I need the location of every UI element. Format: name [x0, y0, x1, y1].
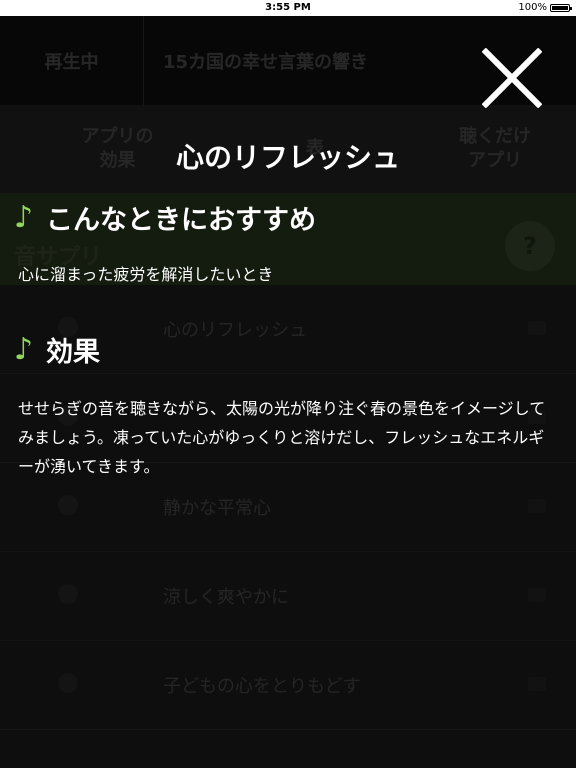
- section-heading-recommended: ♪ こんなときにおすすめ: [14, 198, 316, 237]
- battery-percent: 100%: [518, 2, 547, 13]
- section-heading-label: こんなときにおすすめ: [46, 205, 316, 236]
- section-body-recommended: 心に溜まった疲労を解消したいとき: [18, 265, 274, 284]
- music-note-icon: ♪: [14, 200, 34, 235]
- close-button[interactable]: [480, 46, 544, 110]
- section-body-effect: せせらぎの音を聴きながら、太陽の光が降り注ぐ春の景色をイメージしてみましょう。凍…: [18, 399, 546, 476]
- section-heading-effect: ♪ 効果: [14, 330, 100, 369]
- modal-title: 心のリフレッシュ: [175, 141, 400, 174]
- status-bar: 3:55 PM 100%: [0, 0, 576, 16]
- battery-indicator: 100%: [518, 0, 572, 16]
- status-time: 3:55 PM: [265, 2, 311, 13]
- section-heading-label: 効果: [46, 337, 100, 368]
- info-modal-overlay: [0, 16, 576, 768]
- battery-icon: [550, 4, 572, 12]
- music-note-icon: ♪: [14, 332, 34, 367]
